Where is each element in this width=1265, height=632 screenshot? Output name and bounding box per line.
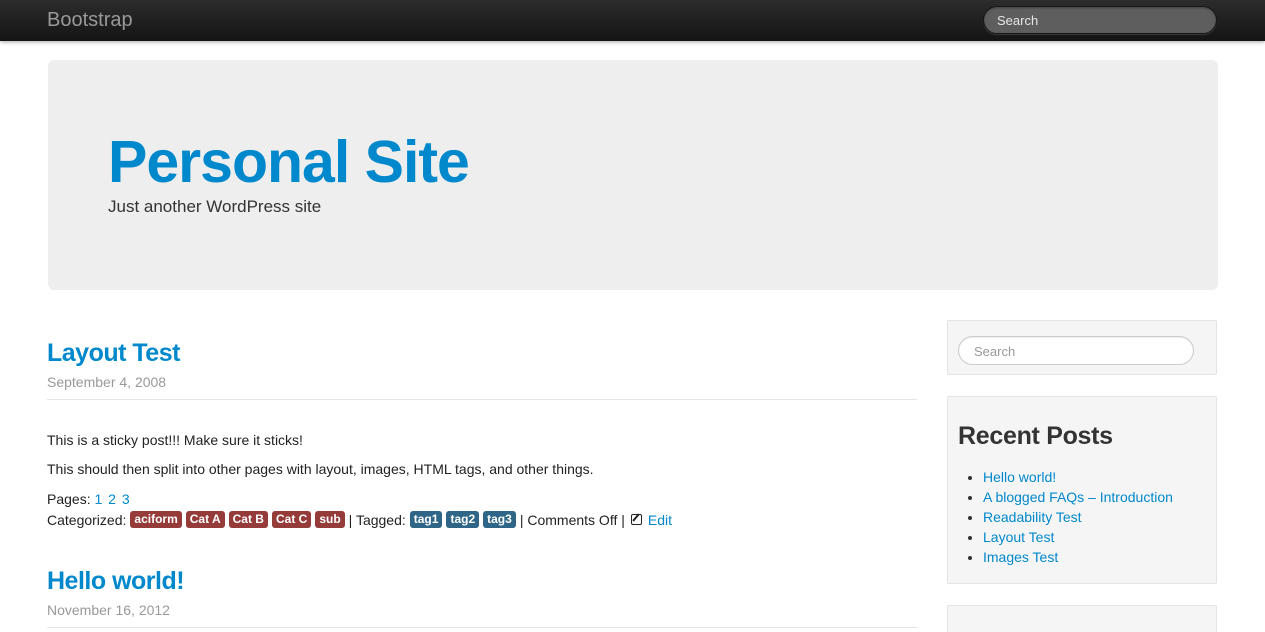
list-item: Images Test — [983, 547, 1173, 567]
sidebar-widget — [947, 605, 1217, 632]
post-layout-test: Layout Test September 4, 2008 This is a … — [47, 339, 917, 528]
post-date: November 16, 2012 — [47, 602, 170, 618]
categorized-label: Categorized: — [47, 511, 127, 528]
list-item: A blogged FAQs – Introduction — [983, 487, 1173, 507]
recent-post-link[interactable]: Images Test — [983, 549, 1058, 565]
recent-post-link[interactable]: Layout Test — [983, 529, 1054, 545]
tag-label[interactable]: tag2 — [446, 511, 480, 528]
post-divider — [47, 399, 917, 400]
tag-label[interactable]: tag1 — [409, 511, 443, 528]
hero-unit: Personal Site Just another WordPress sit… — [48, 60, 1218, 290]
category-label[interactable]: Cat B — [228, 511, 268, 528]
recent-posts-heading: Recent Posts — [958, 422, 1113, 450]
site-tagline: Just another WordPress site — [108, 197, 322, 216]
recent-post-link[interactable]: A blogged FAQs – Introduction — [983, 489, 1173, 505]
edit-link[interactable]: Edit — [648, 512, 672, 528]
post-paragraph: This should then split into other pages … — [47, 461, 594, 477]
post-hello-world: Hello world! November 16, 2012 — [47, 568, 917, 628]
list-item: Readability Test — [983, 507, 1173, 527]
list-item: Layout Test — [983, 527, 1173, 547]
page-link-2[interactable]: 2 — [108, 491, 116, 507]
list-item: Hello world! — [983, 467, 1173, 487]
recent-post-link[interactable]: Readability Test — [983, 509, 1082, 525]
category-label[interactable]: Cat A — [185, 511, 225, 528]
navbar-search-input[interactable]: Search — [983, 6, 1217, 34]
sidebar-search-input[interactable]: Search — [958, 336, 1194, 365]
recent-posts-list: Hello world! A blogged FAQs – Introducti… — [983, 467, 1173, 567]
tagged-label: | Tagged: — [348, 511, 406, 528]
brand-link[interactable]: Bootstrap — [47, 9, 133, 32]
top-navbar: Bootstrap Search — [0, 0, 1265, 41]
page-link-1[interactable]: 1 — [94, 491, 102, 507]
post-title-link[interactable]: Hello world! — [47, 567, 185, 595]
post-meta: Categorized: aciform Cat A Cat B Cat C s… — [47, 511, 672, 528]
site-title[interactable]: Personal Site — [108, 130, 470, 194]
search-widget: Search — [947, 320, 1217, 375]
post-date: September 4, 2008 — [47, 374, 167, 390]
recent-posts-widget: Recent Posts Hello world! A blogged FAQs… — [947, 396, 1217, 584]
tag-label[interactable]: tag3 — [483, 511, 516, 528]
post-pagination: Pages: 1 2 3 — [47, 491, 132, 507]
recent-post-link[interactable]: Hello world! — [983, 469, 1056, 485]
category-label[interactable]: aciform — [130, 511, 182, 528]
pages-label: Pages: — [47, 491, 91, 507]
category-label[interactable]: Cat C — [271, 511, 312, 528]
category-label[interactable]: sub — [315, 511, 345, 528]
post-paragraph: This is a sticky post!!! Make sure it st… — [47, 432, 303, 448]
post-divider — [47, 627, 917, 628]
comments-status: | Comments Off | — [519, 511, 625, 528]
page-link-3[interactable]: 3 — [122, 491, 130, 507]
post-title-link[interactable]: Layout Test — [47, 339, 180, 367]
edit-icon — [630, 514, 642, 525]
